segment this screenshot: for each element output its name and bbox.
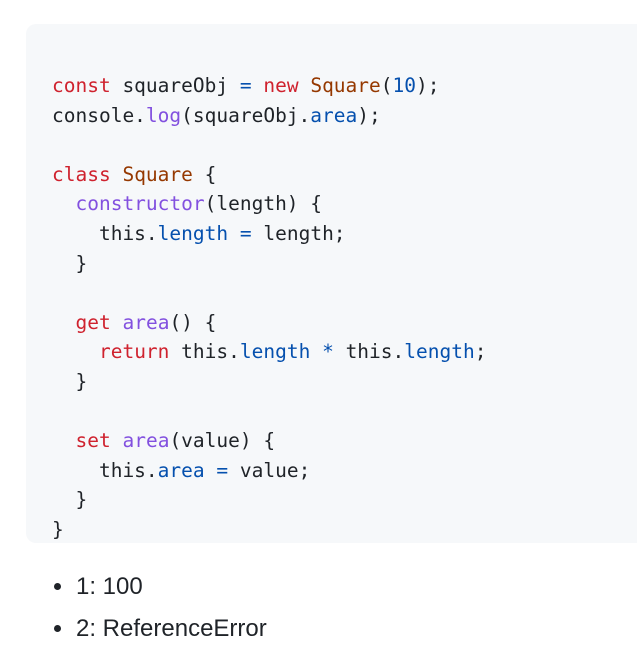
code-token-prop: area [157,458,205,482]
code-token-prop: length [157,221,229,245]
code-token-op: = [239,221,252,245]
code-token-plain: } [52,517,64,541]
code-token-keyword: set [75,429,111,453]
code-token-class: Square [310,74,381,97]
code-line: } [52,249,637,279]
code-line: get area() { [52,308,637,338]
code-token-plain: value; [228,458,311,482]
answer-option-label: 2: ReferenceError [76,615,267,642]
code-token-plain: } [52,251,88,275]
code-token-plain: this. [52,458,158,482]
code-token-plain: () { [169,310,217,334]
code-token-prop: area [310,103,358,127]
code-token-plain: ); [416,74,440,97]
code-line: constructor(length) { [52,189,637,219]
code-token-plain: } [52,369,88,393]
code-line: return this.length * this.length; [52,337,637,367]
code-block: const squareObj = new Square(10); console… [26,24,637,543]
code-token-plain: ); [357,103,381,127]
code-token-op: = [216,458,229,482]
code-token-func: area [122,429,170,453]
code-token-keyword: class [52,162,111,186]
code-line: class Square { [52,160,637,190]
code-line: this.area = value; [52,456,637,486]
code-token-func: area [122,310,170,334]
code-line: const squareObj = new Square(10); [52,71,637,101]
code-line: set area(value) { [52,426,637,456]
code-token-keyword: const [52,74,111,97]
bullet-icon [54,625,61,632]
code-token-class: Square [122,162,193,186]
code-token-plain: (squareObj. [181,103,311,127]
code-token-plain: ; [474,340,487,364]
code-line: this.length = length; [52,219,637,249]
answer-option-label: 1: 100 [76,573,143,600]
code-token-plain: this. [333,340,405,364]
answer-option-1[interactable]: 1: 100 [52,570,267,612]
code-token-keyword: new [263,74,299,97]
code-token-func: constructor [75,192,205,216]
code-token-prop: length [404,340,475,364]
code-token-plain: { [192,162,217,186]
code-token-plain: } [52,488,88,512]
code-token-plain: ( [380,74,393,97]
code-token-op: * [322,340,334,364]
code-token-prop: length [239,340,311,364]
bullet-icon [54,583,61,590]
code-line: console.log(squareObj.area); [52,101,637,131]
code-line: } [52,485,637,515]
code-token-plain: this. [52,221,158,245]
code-line: } [52,367,637,397]
code-content: const squareObj = new Square(10); console… [52,71,637,545]
code-token-func: log [145,103,182,127]
code-token-keyword: return [98,340,170,364]
code-token-plain: length; [251,221,346,245]
code-line: } [52,515,637,545]
code-token-plain: squareObj [110,74,240,97]
code-token-plain: (length) { [204,192,323,216]
code-token-keyword: get [75,310,111,334]
code-token-plain: this. [169,340,240,364]
code-token-plain: console. [52,103,146,127]
answer-options-list: 1: 100 2: ReferenceError [52,570,267,654]
code-token-op: = [239,74,252,97]
code-token-plain: (value) { [169,429,276,453]
code-token-number: 10 [392,74,417,97]
answer-option-2[interactable]: 2: ReferenceError [52,612,267,654]
